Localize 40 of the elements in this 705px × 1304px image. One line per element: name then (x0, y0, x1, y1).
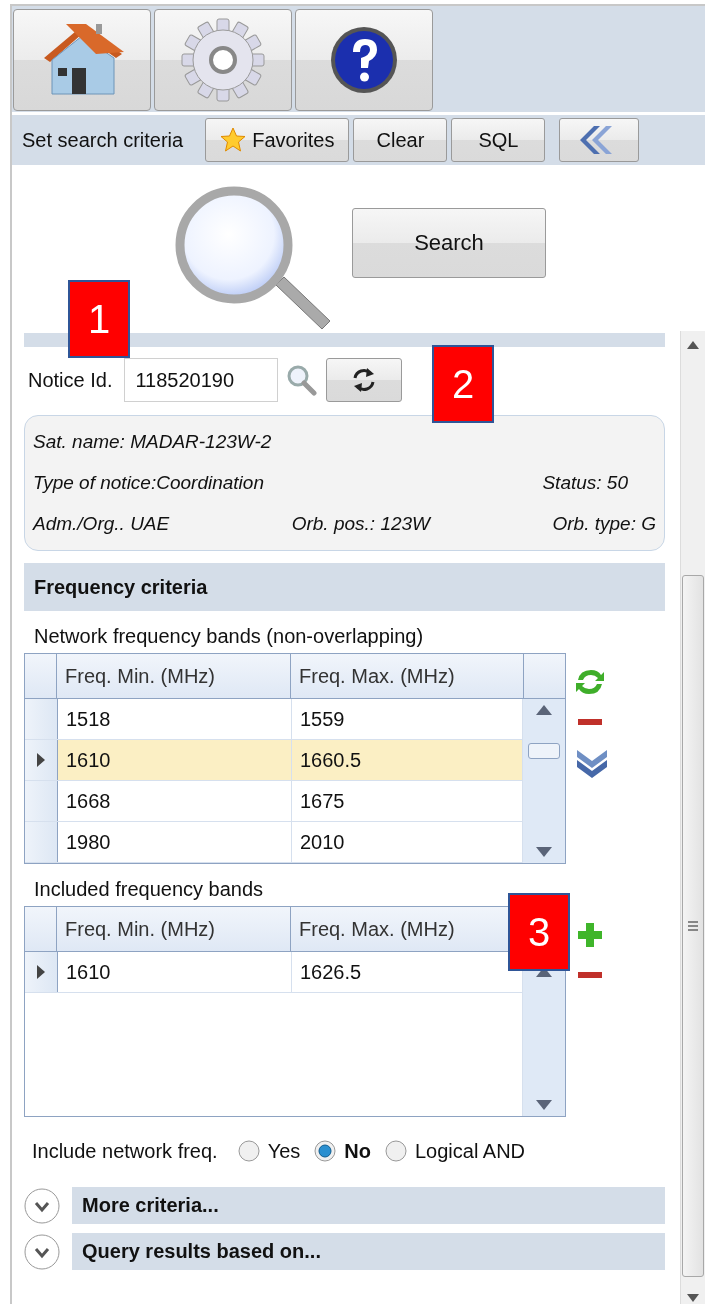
info-text: Adm./Org.. UAE (33, 512, 170, 535)
column-header[interactable]: Freq. Max. (MHz) (299, 917, 455, 941)
info-text: Type of notice:Coordination (33, 472, 264, 494)
notice-id-field[interactable]: 118520190 (124, 358, 279, 402)
search-button[interactable]: Search (352, 208, 546, 278)
info-text: Sat. name: MADAR-123W-2 (33, 431, 272, 454)
expander-header[interactable]: Query results based on... (72, 1233, 665, 1270)
panel-title: Set search criteria (22, 128, 184, 152)
field-label: Notice Id. (28, 368, 113, 392)
radio-option[interactable]: Yes (237, 1139, 301, 1163)
grid-label: Network frequency bands (non-overlapping) (33, 623, 425, 649)
column-header[interactable]: Freq. Max. (MHz) (299, 664, 455, 688)
callout-badge: 3 (508, 893, 570, 971)
column-header[interactable]: Freq. Min. (MHz) (65, 917, 215, 941)
info-text: Orb. pos.: 123W (291, 512, 431, 535)
table-cell: 1980 (58, 822, 292, 862)
table-row[interactable]: 1668 1675 (25, 781, 522, 822)
callout-badge: 2 (432, 345, 494, 423)
table-cell: 1668 (58, 781, 292, 821)
table-cell: 1660.5 (292, 740, 525, 780)
toolbar-button[interactable]: SQL (451, 118, 546, 162)
section-header: Frequency criteria (24, 563, 665, 611)
info-text: Orb. type: G (552, 512, 656, 535)
radio-option[interactable]: Logical AND (384, 1139, 526, 1163)
callout-badge: 1 (68, 280, 130, 358)
info-text: Status: 50 (542, 472, 628, 494)
table-row[interactable]: 1518 1559 (25, 699, 522, 740)
toolbar-button[interactable]: Clear (353, 118, 448, 162)
grid-label: Included frequency bands (33, 876, 265, 902)
table-row[interactable]: 1610 1626.5 (25, 952, 522, 993)
column-header[interactable]: Freq. Min. (MHz) (65, 664, 215, 688)
table-cell: 1610 (58, 952, 292, 992)
table-row[interactable]: 1610 1660.5 (25, 740, 522, 781)
expander-header[interactable]: More criteria... (72, 1187, 665, 1224)
table-cell: 1610 (58, 740, 292, 780)
table-cell: 1518 (58, 699, 292, 739)
radio-group-label: Include network freq. (32, 1139, 218, 1163)
table-row[interactable]: 1980 2010 (25, 822, 522, 863)
radio-option[interactable]: No (314, 1139, 371, 1163)
favorites-button[interactable]: Favorites (205, 118, 350, 162)
